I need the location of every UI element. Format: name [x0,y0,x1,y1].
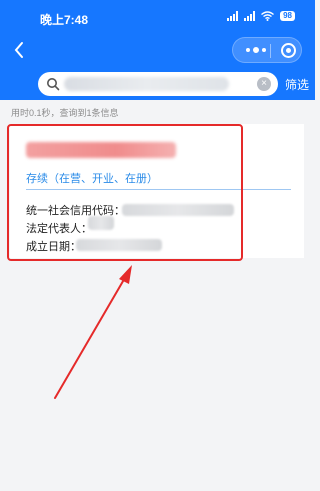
signal-icon-2 [244,11,256,21]
search-row: × 筛选 [0,70,315,100]
clear-icon[interactable]: × [257,77,271,91]
status-bar: 晚上7:48 98 [0,0,315,34]
back-button[interactable] [8,37,30,63]
signal-icon [227,11,239,21]
search-input[interactable] [64,75,254,93]
more-button[interactable] [243,44,269,56]
wifi-icon [261,11,275,21]
nav-bar [0,34,315,66]
mini-program-capsule [232,37,302,63]
close-mini-program-button[interactable] [281,43,296,58]
red-highlight-box [7,124,243,261]
battery-icon: 98 [280,11,295,21]
result-stat: 用时0.1秒，查询到1条信息 [11,108,119,118]
status-time: 晚上7:48 [40,13,89,27]
app-header: 晚上7:48 98 × 筛选 [0,0,315,100]
search-box[interactable]: × [38,72,278,96]
status-icons: 98 [227,11,295,21]
filter-button[interactable]: 筛选 [285,76,309,93]
more-dots-icon [246,48,250,52]
capsule-divider [270,44,271,58]
chevron-left-icon [14,42,23,58]
search-icon [47,78,60,91]
